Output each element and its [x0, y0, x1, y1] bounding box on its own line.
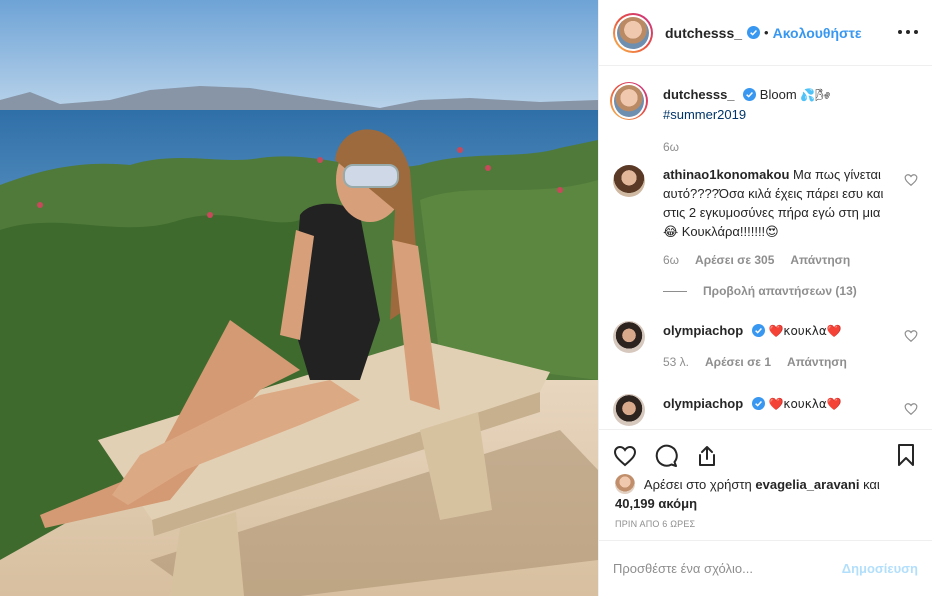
add-comment-bar: Δημοσίευση	[599, 540, 932, 596]
verified-badge-icon	[751, 324, 765, 337]
liker-avatar[interactable]	[615, 474, 635, 494]
view-replies-button[interactable]: Προβολή απαντήσεων (13)	[663, 282, 888, 301]
comment-item: olympiachop ❤️κουκλα❤️	[613, 394, 918, 426]
comments-list[interactable]: dutchesss_ Bloom 💦🌬 #summer2019 6ω athin…	[599, 67, 932, 429]
comment-age: 6ω	[663, 253, 680, 267]
comment-item: olympiachop ❤️κουκλα❤️ 53 λ. Αρέσει σε 1…	[613, 321, 918, 372]
caption-age: 6ω	[663, 140, 680, 154]
photo-illustration	[0, 0, 598, 596]
verified-badge-icon	[751, 397, 765, 410]
follow-separator: •	[764, 25, 769, 40]
post-sidebar: dutchesss_ • Ακολουθήστε dutchesss_ Bloo…	[598, 0, 932, 596]
more-options-icon[interactable]	[898, 22, 918, 42]
verified-badge-icon	[747, 26, 761, 39]
like-heart-icon[interactable]	[613, 444, 637, 468]
bookmark-icon[interactable]	[894, 443, 918, 467]
like-comment-heart-icon[interactable]	[904, 402, 918, 416]
caption-username[interactable]: dutchesss_	[663, 87, 735, 102]
author-username[interactable]: dutchesss_	[665, 25, 742, 41]
likes-prefix: Αρέσει στο χρήστη	[643, 477, 752, 492]
comment-username[interactable]: olympiachop	[663, 323, 743, 338]
like-comment-heart-icon[interactable]	[904, 329, 918, 343]
comment-avatar[interactable]	[613, 394, 645, 426]
caption-hashtag[interactable]: #summer2019	[663, 107, 746, 122]
comment-likes[interactable]: Αρέσει σε 1	[705, 353, 771, 372]
post-timestamp[interactable]: ΠΡΙΝ ΑΠΟ 6 ΩΡΕΣ	[615, 519, 695, 529]
like-comment-heart-icon[interactable]	[904, 173, 918, 187]
caption: dutchesss_ Bloom 💦🌬 #summer2019 6ω	[610, 82, 918, 157]
comment-item: athinao1konomakou Μα πως γίνεται αυτό???…	[613, 165, 918, 301]
comment-bubble-icon[interactable]	[654, 444, 678, 468]
post-comment-button[interactable]: Δημοσίευση	[842, 561, 918, 576]
comment-username[interactable]: olympiachop	[663, 396, 743, 411]
author-avatar[interactable]	[613, 12, 653, 53]
post-viewer: dutchesss_ • Ακολουθήστε dutchesss_ Bloo…	[0, 0, 932, 596]
comment-age: 53 λ.	[663, 355, 690, 369]
comment-text: ❤️κουκλα❤️	[768, 397, 842, 411]
caption-avatar[interactable]	[610, 82, 648, 120]
caption-emoji: 💦🌬	[800, 88, 831, 102]
comment-avatar[interactable]	[613, 321, 645, 353]
comment-text: ❤️κουκλα❤️	[768, 324, 842, 338]
verified-badge-icon	[743, 88, 757, 101]
caption-text: Bloom	[759, 87, 797, 102]
post-header: dutchesss_ • Ακολουθήστε	[599, 0, 932, 66]
share-icon[interactable]	[695, 444, 719, 468]
comment-input[interactable]	[613, 561, 842, 576]
likes-summary: Αρέσει στο χρήστη evagelia_aravani και 4…	[615, 474, 918, 513]
comment-avatar[interactable]	[613, 165, 645, 197]
comment-username[interactable]: athinao1konomakou	[663, 167, 789, 182]
likes-conj: και	[863, 477, 880, 492]
follow-button[interactable]: Ακολουθήστε	[773, 25, 862, 41]
comment-likes[interactable]: Αρέσει σε 305	[695, 251, 774, 270]
post-photo[interactable]	[0, 0, 598, 596]
liker-username[interactable]: evagelia_aravani	[755, 477, 859, 492]
likes-count[interactable]: 40,199 ακόμη	[615, 496, 697, 511]
comment-reply-button[interactable]: Απάντηση	[790, 251, 850, 270]
comment-reply-button[interactable]: Απάντηση	[787, 353, 847, 372]
